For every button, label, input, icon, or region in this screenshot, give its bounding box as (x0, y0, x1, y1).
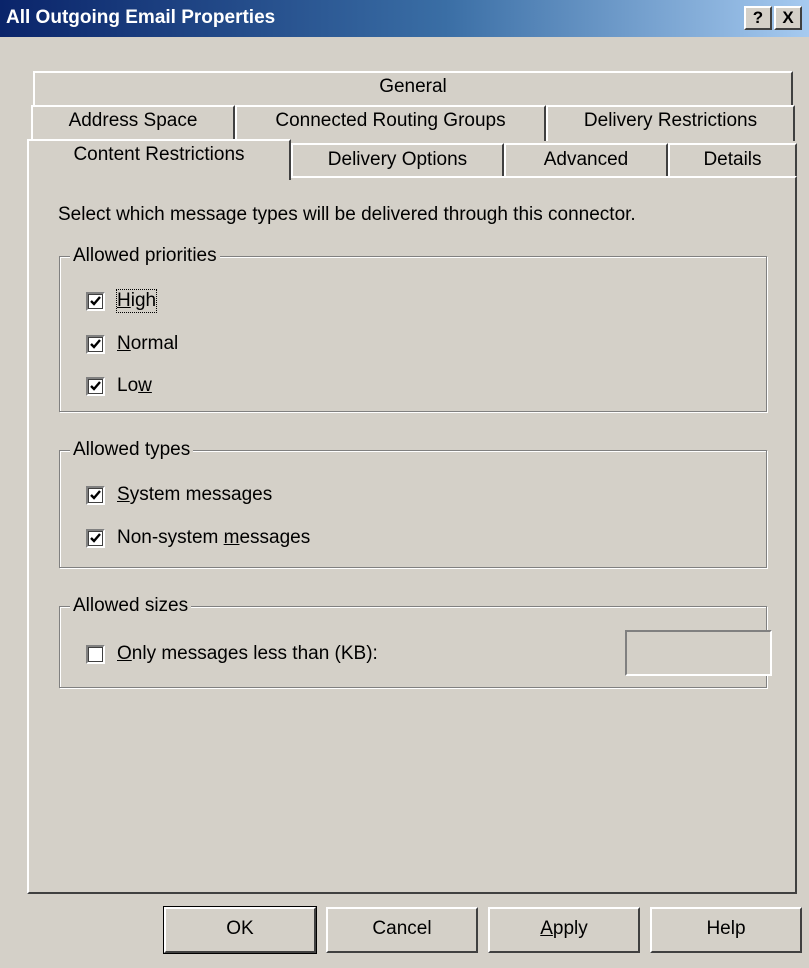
checkbox-label: Normal (117, 333, 179, 354)
tab-advanced[interactable]: Advanced (504, 143, 668, 177)
allowed-types-group: Allowed types System messages Non-system… (59, 439, 767, 568)
checkbox-box (86, 334, 105, 354)
only-messages-less-than-checkbox[interactable]: Only messages less than (KB): (86, 643, 378, 665)
checkmark-icon (90, 338, 101, 349)
apply-button[interactable]: Apply (488, 907, 640, 953)
button-label: OK (226, 918, 254, 939)
low-checkbox[interactable]: Low (86, 375, 152, 397)
window-title: All Outgoing Email Properties (6, 7, 276, 28)
tab-label: General (379, 76, 447, 97)
system-messages-checkbox[interactable]: System messages (86, 484, 272, 506)
allowed-sizes-group: Allowed sizes Only messages less than (K… (59, 595, 772, 688)
tab-content-restrictions[interactable]: Content Restrictions (27, 139, 291, 180)
checkmark-icon (90, 489, 101, 500)
close-icon: X (782, 8, 794, 27)
tab-address-space[interactable]: Address Space (31, 105, 235, 141)
checkmark-icon (90, 380, 101, 391)
high-checkbox[interactable]: High (86, 289, 158, 313)
checkbox-box (86, 291, 105, 311)
tab-label: Connected Routing Groups (275, 110, 506, 131)
help-dialog-button[interactable]: Help (650, 907, 802, 953)
properties-dialog: All Outgoing Email Properties ? X Genera… (0, 0, 809, 968)
button-label: Apply (540, 918, 588, 939)
group-legend: Allowed priorities (70, 245, 220, 267)
description-text: Select which message types will be deliv… (58, 204, 636, 225)
allowed-priorities-group: Allowed priorities High Normal Low (59, 245, 767, 412)
checkbox-label: System messages (117, 484, 273, 505)
question-mark-icon: ? (752, 8, 764, 27)
close-button[interactable]: X (774, 6, 802, 30)
checkbox-label: High (115, 289, 158, 313)
checkbox-label: Only messages less than (KB): (117, 643, 378, 664)
tab-general[interactable]: General (33, 71, 793, 105)
tab-connected-routing-groups[interactable]: Connected Routing Groups (235, 105, 546, 141)
tab-label: Details (703, 149, 762, 170)
tab-label: Address Space (68, 110, 198, 131)
checkbox-box (86, 485, 105, 505)
cancel-button[interactable]: Cancel (326, 907, 478, 953)
tab-label: Delivery Options (327, 149, 468, 170)
checkbox-box (86, 528, 105, 548)
tab-delivery-options[interactable]: Delivery Options (291, 143, 504, 177)
ok-button[interactable]: OK (163, 906, 317, 954)
group-legend: Allowed sizes (70, 595, 192, 617)
tab-details[interactable]: Details (668, 143, 797, 177)
size-limit-input[interactable] (625, 630, 772, 676)
button-label: Help (706, 918, 746, 939)
checkbox-label: Low (117, 375, 152, 396)
checkbox-box (86, 644, 105, 664)
group-legend: Allowed types (70, 439, 194, 461)
checkmark-icon (90, 295, 101, 306)
tab-label: Delivery Restrictions (583, 110, 758, 131)
non-system-messages-checkbox[interactable]: Non-system messages (86, 527, 310, 549)
checkmark-icon (90, 532, 101, 543)
help-button[interactable]: ? (744, 6, 772, 30)
tab-panel-content-restrictions: Select which message types will be deliv… (27, 176, 797, 894)
checkbox-label: Non-system messages (117, 527, 311, 548)
tab-label: Advanced (543, 149, 629, 170)
title-bar[interactable]: All Outgoing Email Properties ? X (0, 0, 809, 37)
tab-delivery-restrictions[interactable]: Delivery Restrictions (546, 105, 795, 141)
checkbox-box (86, 376, 105, 396)
tab-label: Content Restrictions (73, 144, 245, 165)
button-label: Cancel (372, 918, 432, 939)
normal-checkbox[interactable]: Normal (86, 333, 178, 355)
